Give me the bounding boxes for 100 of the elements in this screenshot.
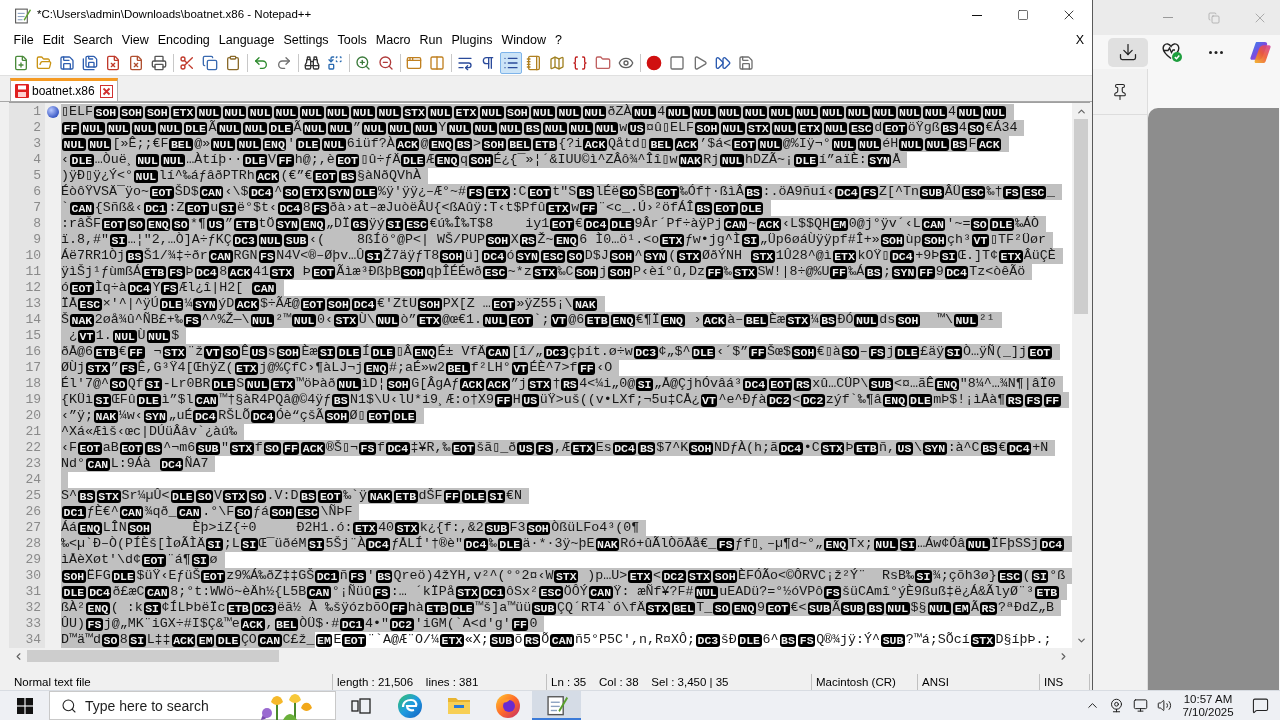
menu-item[interactable]: Run <box>415 31 447 49</box>
binary-text: ƒf▯¸–µ¶d~°„ <box>735 536 824 552</box>
menu-item[interactable]: Language <box>214 31 279 49</box>
binary-text: ÐÓ <box>837 312 854 328</box>
binary-text: ëã½ À ‰šÿózbõO <box>276 600 389 616</box>
folder-icon <box>447 697 470 714</box>
control-char: ENQ <box>435 153 459 167</box>
search-field[interactable]: Type here to search <box>85 694 257 717</box>
binary-text: D™ä™d <box>61 632 101 648</box>
control-char: SUB <box>807 601 832 615</box>
binary-text: ŠB <box>637 184 654 200</box>
menu-item[interactable]: ? <box>550 31 567 49</box>
control-char: SOH <box>468 153 493 167</box>
control-char: BEL <box>274 617 299 631</box>
editor-pane[interactable] <box>9 102 1090 664</box>
binary-text: 4<¼i„0@ <box>579 376 636 392</box>
control-char: DLE <box>211 377 236 391</box>
binary-text: Qreö)4žYH,v²^(°°2¤‹W <box>393 568 554 584</box>
control-char: DLE <box>739 201 764 215</box>
binary-text: ¾qð_ <box>144 504 177 520</box>
binary-text: ¢„$^ <box>658 344 691 360</box>
binary-text: Ìq÷à <box>94 280 127 296</box>
close-document-button[interactable]: X <box>1073 31 1086 49</box>
control-char: NUL <box>498 121 523 135</box>
control-char: SO <box>172 217 190 231</box>
binary-text: ®Š▯¬ <box>326 440 359 456</box>
binary-text: €▯à <box>816 344 841 360</box>
control-char: BS <box>980 441 998 455</box>
control-char: CAN <box>307 585 331 599</box>
control-char: ESC <box>404 217 429 231</box>
control-char: STX <box>223 489 247 503</box>
binary-text: 8 <box>119 632 128 648</box>
control-char: NUL <box>899 137 923 151</box>
control-char: VT <box>78 329 95 343</box>
binary-text: " <box>220 440 229 456</box>
control-char: ETX <box>999 249 1023 263</box>
control-char: EOT <box>654 185 679 199</box>
control-char: DLE <box>370 345 395 359</box>
control-char: NUL <box>691 105 716 119</box>
binary-text: šüCAmî°ýÈ9ßuß‡ë¿Á&ÃlyØ¨³ <box>842 584 1034 600</box>
document-tab[interactable]: boatnet.x86 <box>10 78 118 101</box>
menu-item[interactable]: Window <box>496 31 551 49</box>
control-char: ESC <box>997 569 1022 583</box>
toolbar-button[interactable] <box>500 51 522 74</box>
binary-text: ¨<c_.Ú›²öfÁÎ <box>598 200 694 216</box>
scrollbar-thumb[interactable] <box>1074 119 1088 314</box>
taskbar-app-button[interactable] <box>532 691 581 720</box>
binary-text: ^ <box>274 184 283 200</box>
menu-item[interactable]: Plugins <box>446 31 497 49</box>
browser-toolbar-button[interactable] <box>1108 37 1148 67</box>
line-number: 27 <box>25 520 41 536</box>
control-char: SOH <box>386 377 411 391</box>
menu-item[interactable]: View <box>117 31 154 49</box>
control-char: CAN <box>588 585 613 599</box>
menu-item[interactable]: Settings <box>278 31 334 49</box>
menu-item[interactable]: Macro <box>371 31 416 49</box>
line-number: 3 <box>33 136 41 152</box>
binary-text: hà <box>407 600 424 616</box>
search-box[interactable]: Type here to search <box>49 691 336 720</box>
control-char: DC1 <box>340 617 364 631</box>
control-char: EOT <box>883 121 907 135</box>
binary-text: ▯û÷ƒÄ <box>360 152 401 168</box>
tab-close-button[interactable] <box>99 84 113 98</box>
control-char: FS <box>311 201 329 215</box>
binary-text: ÒÜ$·# <box>299 616 340 632</box>
menu-item[interactable]: Encoding <box>153 31 215 49</box>
control-char: STX <box>229 441 254 455</box>
control-char: NUL <box>134 169 158 183</box>
binary-text: ð£æC <box>112 584 145 600</box>
binary-text: €ú‰Î‰T$8 iy1 <box>429 216 550 232</box>
binary-text: :râŠF <box>61 216 101 232</box>
control-char: BS <box>524 121 542 135</box>
binary-text: ^ <box>634 248 643 264</box>
clock-button[interactable]: 10:57 AM 7/10/2025 <box>1176 691 1240 720</box>
control-char: NUL <box>694 585 719 599</box>
binary-text: 6 Ì0…ö¹.<o <box>579 232 660 248</box>
menu-item[interactable]: Search <box>68 31 118 49</box>
webcam-icon <box>1108 698 1124 713</box>
control-char: SOH <box>324 409 349 423</box>
binary-text: ™š]a™üü <box>475 600 532 616</box>
task-view-icon <box>350 697 371 714</box>
line-number: 20 <box>25 408 41 424</box>
binary-text: ^Xá«Æìš‹œc|DÚüÂâv`¿àú‰ <box>61 424 237 440</box>
binary-text: :.öA9ñuí‹ <box>762 184 835 200</box>
control-char: EM <box>953 601 971 615</box>
scrollbar-thumb[interactable] <box>27 650 279 662</box>
binary-text: ¿ <box>68 328 77 344</box>
binary-text: ÇO <box>240 632 257 648</box>
control-char: ENQ <box>554 233 579 247</box>
binary-text: _ <box>1047 184 1055 200</box>
control-char: NAK <box>368 489 392 503</box>
menu-item[interactable]: Edit <box>38 31 69 49</box>
vertical-scrollbar[interactable] <box>1072 103 1090 648</box>
control-char: SOH <box>418 297 442 311</box>
menu-item[interactable]: Tools <box>333 31 372 49</box>
control-char: FF <box>443 489 461 503</box>
binary-text: ¼w‹ <box>118 408 143 424</box>
control-char: DLE <box>170 489 195 503</box>
control-char: DC2 <box>389 617 414 631</box>
menu-item[interactable]: File <box>9 31 39 49</box>
